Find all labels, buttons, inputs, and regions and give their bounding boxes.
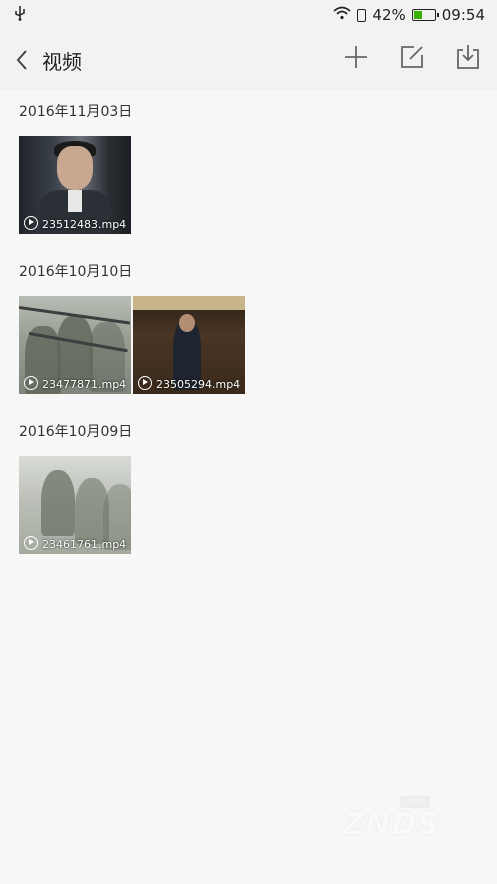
video-filename: 23512483.mp4 xyxy=(42,218,127,231)
video-thumbnail[interactable]: 23461761.mp4 xyxy=(19,456,131,554)
add-icon xyxy=(345,46,367,68)
video-thumbnail[interactable]: 23512483.mp4 xyxy=(19,136,131,234)
play-icon xyxy=(138,376,152,390)
video-thumbnail[interactable]: 23477871.mp4 xyxy=(19,296,131,394)
watermark-text: ZNDS xyxy=(342,807,440,842)
date-header: 2016年10月09日 xyxy=(19,424,133,440)
video-filename: 23461761.mp4 xyxy=(42,538,127,551)
status-bar: 42% 09:54 xyxy=(0,0,497,30)
battery-icon xyxy=(411,9,439,21)
date-header: 2016年10月10日 xyxy=(19,264,133,280)
video-thumbnail[interactable]: 23505294.mp4 xyxy=(133,296,245,394)
clock: 09:54 xyxy=(441,6,485,24)
video-filename: 23505294.mp4 xyxy=(156,378,241,391)
play-icon xyxy=(24,376,38,390)
download-button[interactable] xyxy=(455,44,481,70)
play-icon xyxy=(24,536,38,550)
edit-icon xyxy=(401,46,423,68)
date-section: 2016年10月10日 23477871.mp4 23505294.mp4 xyxy=(0,250,497,394)
header: 视频 xyxy=(0,30,497,90)
video-filename: 23477871.mp4 xyxy=(42,378,127,391)
page-title: 视频 xyxy=(42,49,82,74)
video-list: 2016年11月03日 23512483.mp4 2016年10月10日 234… xyxy=(0,90,497,554)
battery-percent: 42% xyxy=(372,6,406,24)
play-icon xyxy=(24,216,38,230)
date-section: 2016年10月09日 23461761.mp4 xyxy=(0,410,497,554)
back-arrow-icon xyxy=(16,50,27,70)
date-header: 2016年11月03日 xyxy=(19,104,133,120)
download-icon xyxy=(457,45,479,69)
edit-button[interactable] xyxy=(399,44,425,70)
add-button[interactable] xyxy=(343,44,369,70)
back-button[interactable] xyxy=(0,30,44,90)
battery-fill xyxy=(413,11,423,19)
wifi-icon xyxy=(333,6,352,24)
date-section: 2016年11月03日 23512483.mp4 xyxy=(0,90,497,234)
watermark-logo: .com ZNDS xyxy=(290,790,460,850)
phone-icon xyxy=(357,8,367,22)
usb-icon xyxy=(14,5,26,25)
